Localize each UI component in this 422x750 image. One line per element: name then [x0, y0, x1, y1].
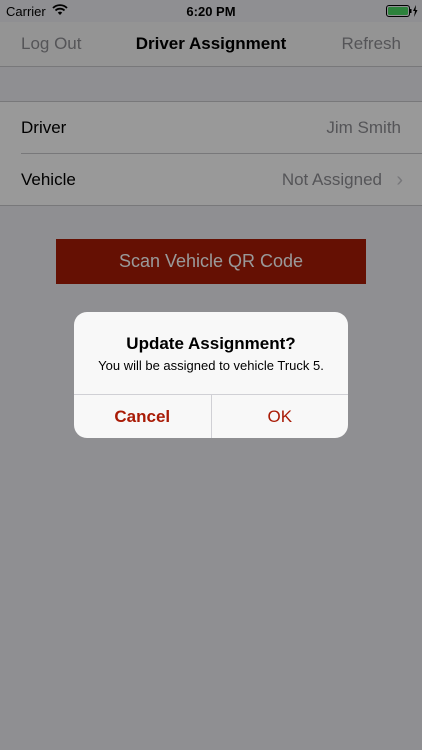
update-assignment-alert: Update Assignment? You will be assigned … — [74, 312, 348, 438]
alert-title: Update Assignment? — [126, 334, 296, 353]
ok-button[interactable]: OK — [212, 395, 349, 438]
alert-message: You will be assigned to vehicle Truck 5. — [98, 358, 324, 373]
driver-assignment-screen: Carrier 6:20 PM Log Out Driver Assignmen… — [0, 0, 422, 750]
cancel-button[interactable]: Cancel — [74, 395, 212, 438]
alert-buttons: Cancel OK — [74, 394, 348, 438]
